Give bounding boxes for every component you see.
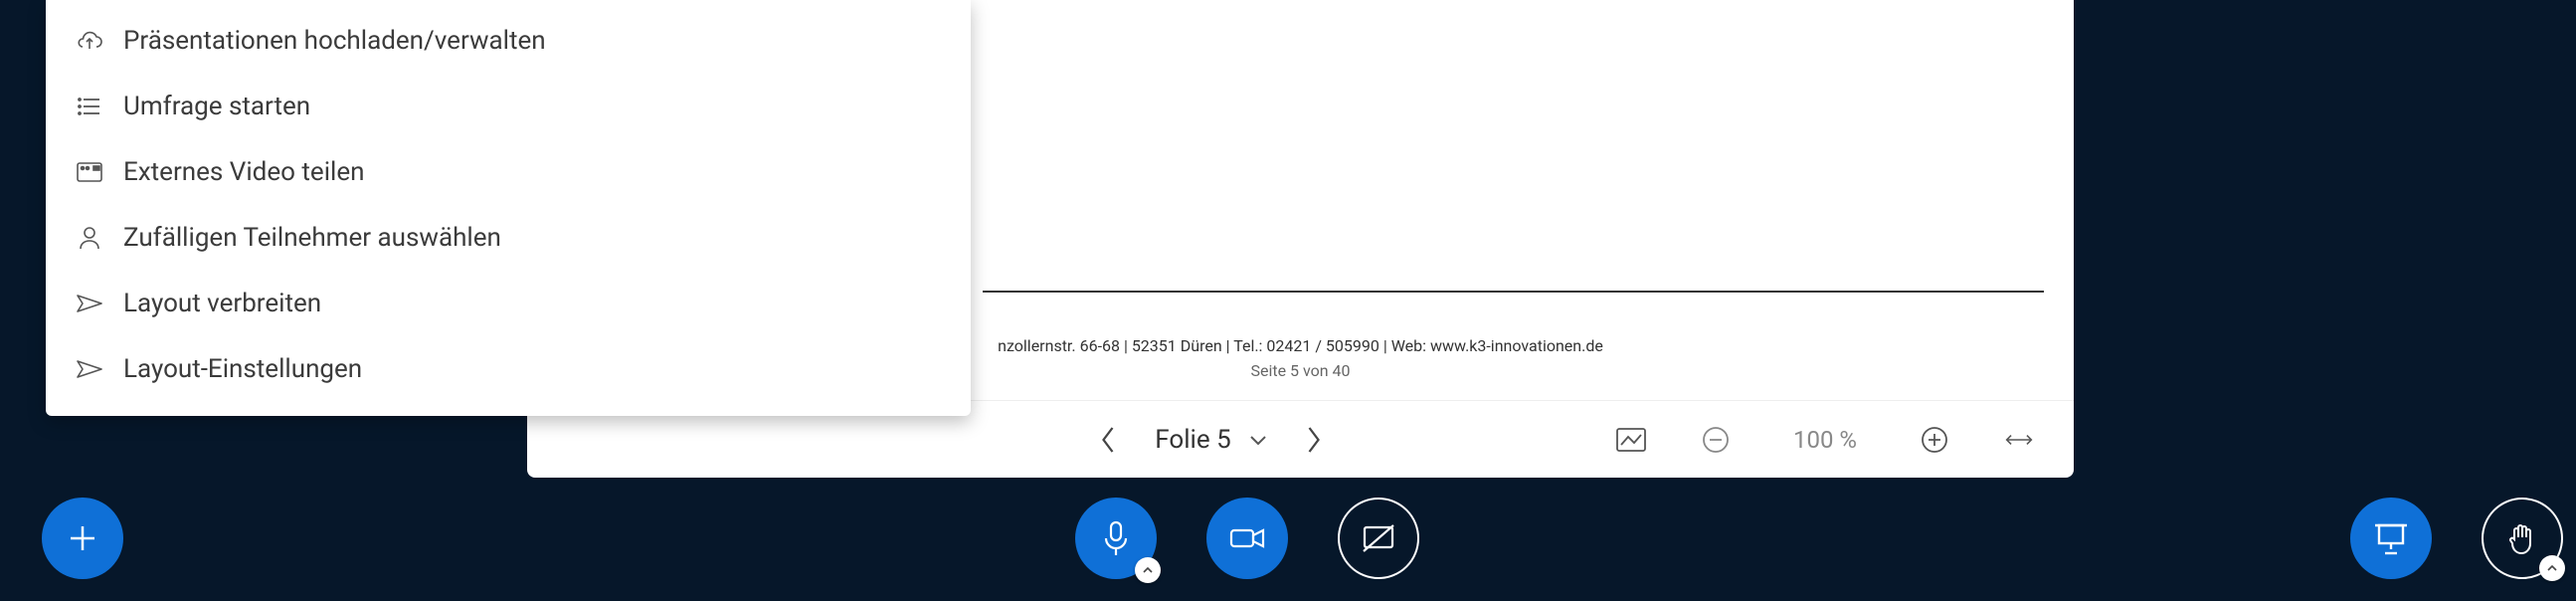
bottom-action-bar — [0, 498, 2576, 587]
menu-layout-settings[interactable]: Layout-Einstellungen — [46, 336, 971, 402]
actions-popup-menu: Präsentationen hochladen/verwalten Umfra… — [46, 0, 971, 416]
send-layout-icon — [76, 290, 103, 317]
menu-upload-presentation[interactable]: Präsentationen hochladen/verwalten — [46, 8, 971, 74]
slide-tools: 100 % — [1616, 425, 2034, 455]
raise-hand-button[interactable] — [2482, 498, 2563, 579]
menu-item-label: Layout verbreiten — [123, 289, 321, 318]
chevron-up-icon — [1142, 566, 1154, 574]
share-screen-off-icon — [1361, 522, 1396, 554]
menu-propagate-layout[interactable]: Layout verbreiten — [46, 271, 971, 336]
menu-item-label: Zufälligen Teilnehmer auswählen — [123, 223, 501, 253]
camera-button[interactable] — [1206, 498, 1288, 579]
camera-icon — [1228, 525, 1266, 551]
menu-item-label: Layout-Einstellungen — [123, 354, 362, 384]
add-actions-button[interactable] — [42, 498, 123, 579]
slide-page-indicator: Seite 5 von 40 — [1250, 361, 1350, 380]
next-slide-button[interactable] — [1302, 428, 1326, 452]
slide-footer-text: nzollernstr. 66-68 | 52351 Düren | Tel.:… — [998, 336, 1603, 355]
prev-slide-button[interactable] — [1096, 428, 1120, 452]
plus-icon — [65, 520, 100, 556]
menu-share-external-video[interactable]: Externes Video teilen — [46, 139, 971, 205]
slide-divider — [983, 291, 2044, 293]
menu-item-label: Externes Video teilen — [123, 157, 364, 187]
upload-cloud-icon — [76, 27, 103, 55]
menu-select-random-user[interactable]: Zufälligen Teilnehmer auswählen — [46, 205, 971, 271]
menu-start-poll[interactable]: Umfrage starten — [46, 74, 971, 139]
microphone-button[interactable] — [1075, 498, 1157, 579]
presentation-screen-icon — [2373, 521, 2409, 555]
fit-width-button[interactable] — [2004, 425, 2034, 455]
presentation-mode-button[interactable] — [2350, 498, 2432, 579]
raise-hand-icon — [2507, 521, 2537, 555]
menu-item-label: Umfrage starten — [123, 92, 310, 121]
hand-options-badge[interactable] — [2539, 555, 2565, 581]
zoom-in-button[interactable] — [1920, 425, 1949, 455]
chevron-up-icon — [2546, 564, 2558, 572]
slide-navigation: Folie 5 — [806, 425, 1616, 455]
menu-item-label: Präsentationen hochladen/verwalten — [123, 26, 546, 56]
zoom-level-label[interactable]: 100 % — [1785, 426, 1865, 454]
external-video-icon — [76, 158, 103, 186]
zoom-out-button[interactable] — [1701, 425, 1731, 455]
chevron-down-icon — [1249, 434, 1267, 446]
random-user-icon — [76, 224, 103, 252]
current-slide-label: Folie 5 — [1155, 425, 1230, 455]
slide-select-dropdown[interactable]: Folie 5 — [1155, 425, 1266, 455]
microphone-icon — [1101, 518, 1131, 558]
layout-settings-icon — [76, 355, 103, 383]
fit-to-screen-button[interactable] — [1616, 425, 1646, 455]
share-screen-button[interactable] — [1338, 498, 1419, 579]
poll-list-icon — [76, 93, 103, 120]
mic-options-badge[interactable] — [1135, 557, 1161, 583]
